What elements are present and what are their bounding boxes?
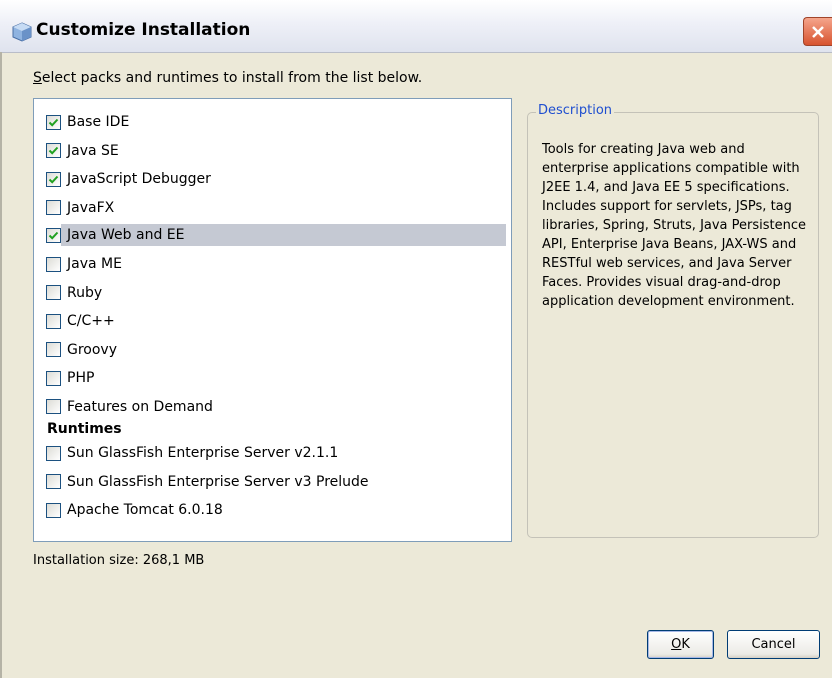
checkbox[interactable] [46,313,61,329]
customize-installation-dialog: Customize Installation Select packs and … [0,0,832,678]
installation-size: Installation size: 268,1 MB [33,553,205,568]
description-text: Tools for creating Java web and enterpri… [542,142,807,309]
list-item-label: Sun GlassFish Enterprise Server v2.1.1 [67,445,339,461]
runtimes-heading: Runtimes [47,421,122,437]
close-button[interactable] [803,17,832,46]
list-item-php[interactable]: PHP [46,367,506,389]
packs-list[interactable]: Base IDE Java SE JavaScript Debugger Jav… [33,98,512,542]
list-item-features-on-demand[interactable]: Features on Demand [46,396,506,418]
checkbox[interactable] [46,171,61,187]
mnemonic-char: O [671,637,682,652]
checkbox[interactable] [46,227,61,243]
list-item-label: Groovy [67,341,117,358]
list-item-label: Base IDE [67,114,130,130]
checkmark-icon [48,175,59,184]
description-legend: Description [536,103,615,118]
list-item-label: C/C++ [67,313,115,329]
list-item-label: JavaScript Debugger [67,171,211,187]
window-border [0,52,2,678]
checkbox[interactable] [46,285,61,300]
checkbox[interactable] [46,200,61,215]
list-item-label: JavaFX [67,199,115,216]
list-item-javafx[interactable]: JavaFX [46,197,506,219]
ok-button[interactable]: OK [647,630,714,659]
list-item-label: PHP [67,370,95,386]
cancel-button[interactable]: Cancel [727,630,820,659]
list-item-c-cpp[interactable]: C/C++ [46,310,506,332]
checkbox[interactable] [46,256,61,272]
checkmark-icon [48,231,59,240]
checkbox[interactable] [46,474,61,489]
list-item-base-ide[interactable]: Base IDE [46,111,506,133]
list-item-java-se[interactable]: Java SE [46,140,506,162]
instruction-label: Select packs and runtimes to install fro… [33,70,422,86]
list-item-tomcat[interactable]: Apache Tomcat 6.0.18 [46,499,506,521]
list-item-javascript-debugger[interactable]: JavaScript Debugger [46,168,506,190]
checkmark-icon [48,146,59,155]
list-item-glassfish-v3[interactable]: Sun GlassFish Enterprise Server v3 Prelu… [46,471,506,493]
list-item-label: Java SE [67,142,119,159]
list-item-label: Apache Tomcat 6.0.18 [67,502,223,518]
list-item-groovy[interactable]: Groovy [46,339,506,361]
list-item-label: Sun GlassFish Enterprise Server v3 Prelu… [67,473,369,490]
checkbox[interactable] [46,399,61,414]
list-item-java-me[interactable]: Java ME [46,253,506,275]
checkbox[interactable] [46,445,61,461]
list-item-java-web-and-ee[interactable]: Java Web and EE [46,224,506,246]
checkbox[interactable] [46,143,61,158]
list-item-label: Features on Demand [67,398,213,415]
list-item-glassfish-v2[interactable]: Sun GlassFish Enterprise Server v2.1.1 [46,442,506,464]
mnemonic-char: S [33,70,42,86]
checkbox[interactable] [46,502,61,518]
title-bar[interactable]: Customize Installation [0,0,832,53]
close-icon [812,26,824,38]
instruction-text: elect packs and runtimes to install from… [41,70,423,86]
list-item-label: Java Web and EE [61,224,506,246]
checkbox[interactable] [46,370,61,386]
list-item-label: Java ME [67,256,122,272]
ok-label: K [681,637,690,652]
list-item-ruby[interactable]: Ruby [46,282,506,304]
checkmark-icon [48,118,59,127]
checkbox[interactable] [46,114,61,130]
netbeans-cube-icon [12,22,32,42]
checkbox[interactable] [46,342,61,357]
list-item-label: Ruby [67,284,103,301]
window-title: Customize Installation [36,20,251,40]
